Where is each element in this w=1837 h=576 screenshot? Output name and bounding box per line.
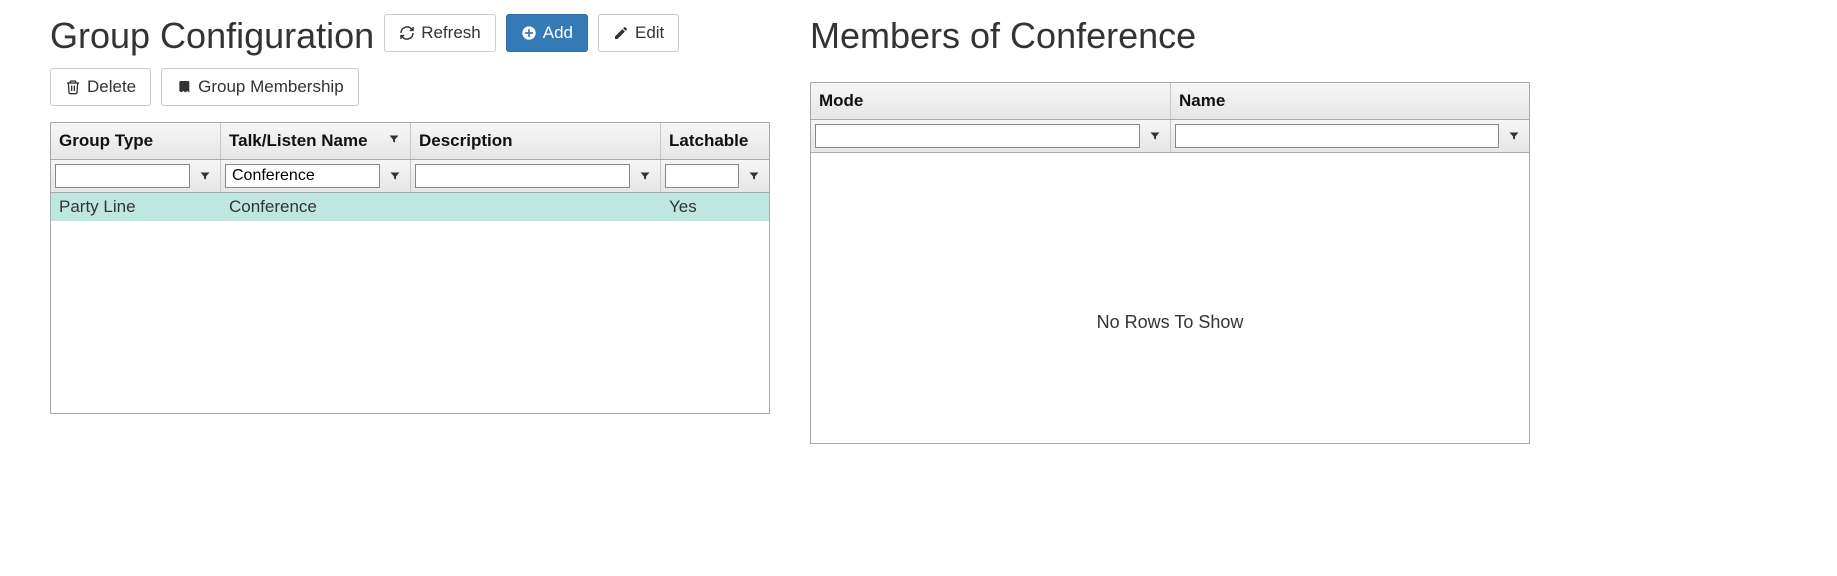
col-header-label: Latchable <box>669 131 761 151</box>
cell-description <box>411 193 661 221</box>
members-grid: Mode Name <box>810 82 1530 444</box>
filter-icon[interactable] <box>1503 125 1525 147</box>
no-rows-message: No Rows To Show <box>811 312 1529 333</box>
pencil-icon <box>613 25 629 41</box>
add-button[interactable]: Add <box>506 14 588 52</box>
col-header-name[interactable]: Name <box>1171 83 1529 119</box>
members-filter-row <box>811 120 1529 153</box>
filter-icon[interactable] <box>743 165 765 187</box>
filter-name-input[interactable] <box>1175 124 1499 148</box>
filter-mode-input[interactable] <box>815 124 1140 148</box>
refresh-icon <box>399 25 415 41</box>
cell-latchable: Yes <box>661 193 769 221</box>
trash-icon <box>65 79 81 95</box>
group-config-grid: Group Type Talk/Listen Name Description … <box>50 122 770 414</box>
col-header-label: Mode <box>819 91 1162 111</box>
col-header-label: Description <box>419 131 652 151</box>
delete-label: Delete <box>87 77 136 97</box>
group-config-grid-body: Party Line Conference Yes <box>51 193 769 413</box>
group-membership-label: Group Membership <box>198 77 344 97</box>
add-label: Add <box>543 23 573 43</box>
col-header-description[interactable]: Description <box>411 123 661 159</box>
filter-icon[interactable] <box>384 165 406 187</box>
filter-icon[interactable] <box>1144 125 1166 147</box>
edit-label: Edit <box>635 23 664 43</box>
col-header-talk-listen-name[interactable]: Talk/Listen Name <box>221 123 411 159</box>
members-grid-header: Mode Name <box>811 83 1529 120</box>
filter-latchable-input[interactable] <box>665 164 739 188</box>
col-header-label: Group Type <box>59 131 212 151</box>
group-config-filter-row <box>51 160 769 193</box>
filter-icon[interactable] <box>194 165 216 187</box>
plus-circle-icon <box>521 25 537 41</box>
members-title: Members of Conference <box>810 16 1530 56</box>
cell-talk-listen-name: Conference <box>221 193 411 221</box>
filter-talk-listen-name-input[interactable] <box>225 164 380 188</box>
filter-icon[interactable] <box>634 165 656 187</box>
delete-button[interactable]: Delete <box>50 68 151 106</box>
filter-description-input[interactable] <box>415 164 630 188</box>
filter-group-type-input[interactable] <box>55 164 190 188</box>
group-config-toolbar-top: Group Configuration Refresh <box>50 10 770 56</box>
group-membership-button[interactable]: Group Membership <box>161 68 359 106</box>
refresh-button[interactable]: Refresh <box>384 14 496 52</box>
column-menu-icon[interactable] <box>386 133 402 148</box>
group-config-grid-header: Group Type Talk/Listen Name Description … <box>51 123 769 160</box>
group-config-toolbar-bottom: Delete Group Membership <box>50 68 770 106</box>
book-icon <box>176 79 192 95</box>
col-header-latchable[interactable]: Latchable <box>661 123 769 159</box>
group-config-title: Group Configuration <box>50 16 374 56</box>
col-header-group-type[interactable]: Group Type <box>51 123 221 159</box>
col-header-label: Name <box>1179 91 1521 111</box>
cell-group-type: Party Line <box>51 193 221 221</box>
col-header-mode[interactable]: Mode <box>811 83 1171 119</box>
members-panel: Members of Conference Mode Name <box>810 10 1530 444</box>
refresh-label: Refresh <box>421 23 481 43</box>
members-grid-body: No Rows To Show <box>811 153 1529 443</box>
group-configuration-panel: Group Configuration Refresh <box>50 10 770 414</box>
edit-button[interactable]: Edit <box>598 14 679 52</box>
table-row[interactable]: Party Line Conference Yes <box>51 193 769 221</box>
col-header-label: Talk/Listen Name <box>229 131 386 151</box>
